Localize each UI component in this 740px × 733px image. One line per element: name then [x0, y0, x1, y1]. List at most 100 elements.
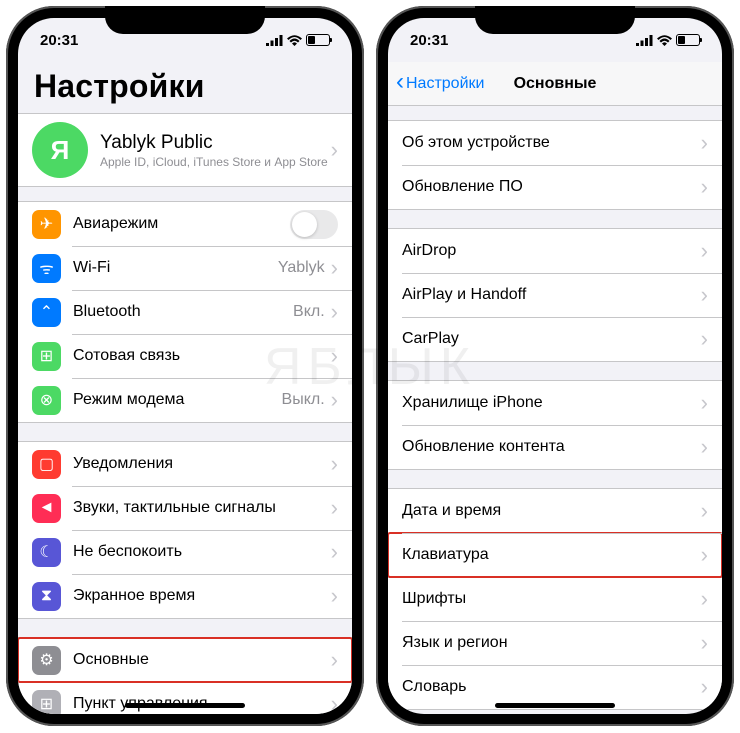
screen-settings: 20:31 Настройки Я Yablyk Public Apple ID…	[18, 18, 352, 714]
notch	[475, 6, 635, 34]
row-label: Клавиатура	[402, 546, 701, 564]
status-icons	[636, 34, 700, 46]
chevron-right-icon: ›	[331, 649, 338, 671]
chevron-right-icon: ›	[701, 436, 708, 458]
chevron-right-icon: ›	[331, 585, 338, 607]
settings-row-экранное-время[interactable]: ⧗Экранное время›	[18, 574, 352, 618]
battery-icon	[306, 34, 330, 46]
row-label: Не беспокоить	[73, 543, 331, 561]
nav-title: Основные	[514, 75, 597, 93]
settings-row-carplay[interactable]: CarPlay›	[388, 317, 722, 361]
row-label: Об этом устройстве	[402, 134, 701, 152]
row-label: Обновление ПО	[402, 178, 701, 196]
row-label: AirPlay и Handoff	[402, 286, 701, 304]
status-time: 20:31	[40, 32, 78, 49]
apple-id-row[interactable]: Я Yablyk Public Apple ID, iCloud, iTunes…	[18, 114, 352, 186]
settings-row-уведомления[interactable]: ▢Уведомления›	[18, 442, 352, 486]
settings-row-клавиатура[interactable]: Клавиатура›	[388, 533, 722, 577]
chevron-right-icon: ›	[701, 176, 708, 198]
chevron-right-icon: ›	[331, 497, 338, 519]
status-icons	[266, 34, 330, 46]
hotspot-icon: ⊗	[32, 386, 61, 415]
settings-row-режим-модема[interactable]: ⊗Режим модемаВыкл.›	[18, 378, 352, 422]
settings-row-звуки,-тактильные-сигналы[interactable]: ◄ Звуки, тактильные сигналы›	[18, 486, 352, 530]
settings-row-airdrop[interactable]: AirDrop›	[388, 229, 722, 273]
row-label: Язык и регион	[402, 634, 701, 652]
row-label: Основные	[73, 651, 331, 669]
chevron-right-icon: ›	[701, 284, 708, 306]
chevron-right-icon: ›	[701, 392, 708, 414]
chevron-right-icon: ›	[701, 544, 708, 566]
row-value: Выкл.	[282, 391, 325, 409]
status-time: 20:31	[410, 32, 448, 49]
screentime-icon: ⧗	[32, 582, 61, 611]
avatar: Я	[32, 122, 88, 178]
settings-row-сотовая-связь[interactable]: ⊞Сотовая связь›	[18, 334, 352, 378]
sounds-icon: ◄	[32, 494, 61, 523]
row-label: Обновление контента	[402, 438, 701, 456]
row-label: Wi-Fi	[73, 259, 278, 277]
settings-row-bluetooth[interactable]: ⌃BluetoothВкл.›	[18, 290, 352, 334]
row-label: CarPlay	[402, 330, 701, 348]
connectivity-group: ✈АвиарежимᯤWi-FiYablyk›⌃BluetoothВкл.›⊞С…	[18, 201, 352, 423]
phone-left: 20:31 Настройки Я Yablyk Public Apple ID…	[6, 6, 364, 726]
settings-row-дата-и-время[interactable]: Дата и время›	[388, 489, 722, 533]
chevron-right-icon: ›	[331, 541, 338, 563]
chevron-right-icon: ›	[331, 345, 338, 367]
row-label: Звуки, тактильные сигналы	[73, 499, 331, 517]
notch	[105, 6, 265, 34]
back-button[interactable]: ‹ Настройки	[396, 73, 484, 94]
back-label: Настройки	[406, 75, 484, 93]
storage-group: Хранилище iPhone›Обновление контента›	[388, 380, 722, 470]
settings-row-хранилище-iphone[interactable]: Хранилище iPhone›	[388, 381, 722, 425]
chevron-right-icon: ›	[701, 500, 708, 522]
cellular-icon: ⊞	[32, 342, 61, 371]
settings-row-обновление-контента[interactable]: Обновление контента›	[388, 425, 722, 469]
nav-bar: ‹ Настройки Основные	[388, 62, 722, 106]
chevron-right-icon: ›	[331, 257, 338, 279]
screen-general: 20:31 ‹ Настройки Основные Об этом устро…	[388, 18, 722, 714]
cellular-signal-icon	[266, 35, 283, 46]
settings-row-не-беспокоить[interactable]: ☾Не беспокоить›	[18, 530, 352, 574]
phone-right: 20:31 ‹ Настройки Основные Об этом устро…	[376, 6, 734, 726]
airdrop-group: AirDrop›AirPlay и Handoff›CarPlay›	[388, 228, 722, 362]
row-label: Словарь	[402, 678, 701, 696]
row-label: Bluetooth	[73, 303, 293, 321]
row-label: Авиарежим	[73, 215, 290, 233]
chevron-left-icon: ‹	[396, 70, 404, 94]
row-label: Шрифты	[402, 590, 701, 608]
row-label: Дата и время	[402, 502, 701, 520]
wifi-status-icon	[287, 35, 302, 46]
settings-row-шрифты[interactable]: Шрифты›	[388, 577, 722, 621]
toggle-switch[interactable]	[290, 210, 338, 239]
battery-icon	[676, 34, 700, 46]
cellular-signal-icon	[636, 35, 653, 46]
row-value: Yablyk	[278, 259, 325, 277]
row-label: Уведомления	[73, 455, 331, 473]
chevron-right-icon: ›	[701, 632, 708, 654]
wifi-status-icon	[657, 35, 672, 46]
settings-row-авиарежим[interactable]: ✈ Авиарежим	[18, 202, 352, 246]
row-label: AirDrop	[402, 242, 701, 260]
chevron-right-icon: ›	[331, 693, 338, 714]
home-indicator	[125, 703, 245, 708]
chevron-right-icon: ›	[701, 240, 708, 262]
settings-row-об-этом-устройстве[interactable]: Об этом устройстве›	[388, 121, 722, 165]
chevron-right-icon: ›	[331, 389, 338, 411]
settings-row-основные[interactable]: ⚙Основные›	[18, 638, 352, 682]
apple-id-group: Я Yablyk Public Apple ID, iCloud, iTunes…	[18, 113, 352, 187]
notifications-group: ▢Уведомления›◄Звуки, тактильные сигналы›…	[18, 441, 352, 619]
settings-row-язык-и-регион[interactable]: Язык и регион›	[388, 621, 722, 665]
chevron-right-icon: ›	[701, 676, 708, 698]
row-value: Вкл.	[293, 303, 325, 321]
page-title: Настройки	[18, 62, 352, 113]
chevron-right-icon: ›	[701, 132, 708, 154]
control-center-icon: ⊞	[32, 690, 61, 715]
settings-row-обновление-по[interactable]: Обновление ПО›	[388, 165, 722, 209]
datetime-group: Дата и время›Клавиатура›Шрифты›Язык и ре…	[388, 488, 722, 710]
airplane-icon: ✈	[32, 210, 61, 239]
settings-row-wi-fi[interactable]: ᯤWi-FiYablyk›	[18, 246, 352, 290]
settings-row-airplay-и-handoff[interactable]: AirPlay и Handoff›	[388, 273, 722, 317]
chevron-right-icon: ›	[331, 453, 338, 475]
settings-row-пункт-управления[interactable]: ⊞Пункт управления›	[18, 682, 352, 714]
